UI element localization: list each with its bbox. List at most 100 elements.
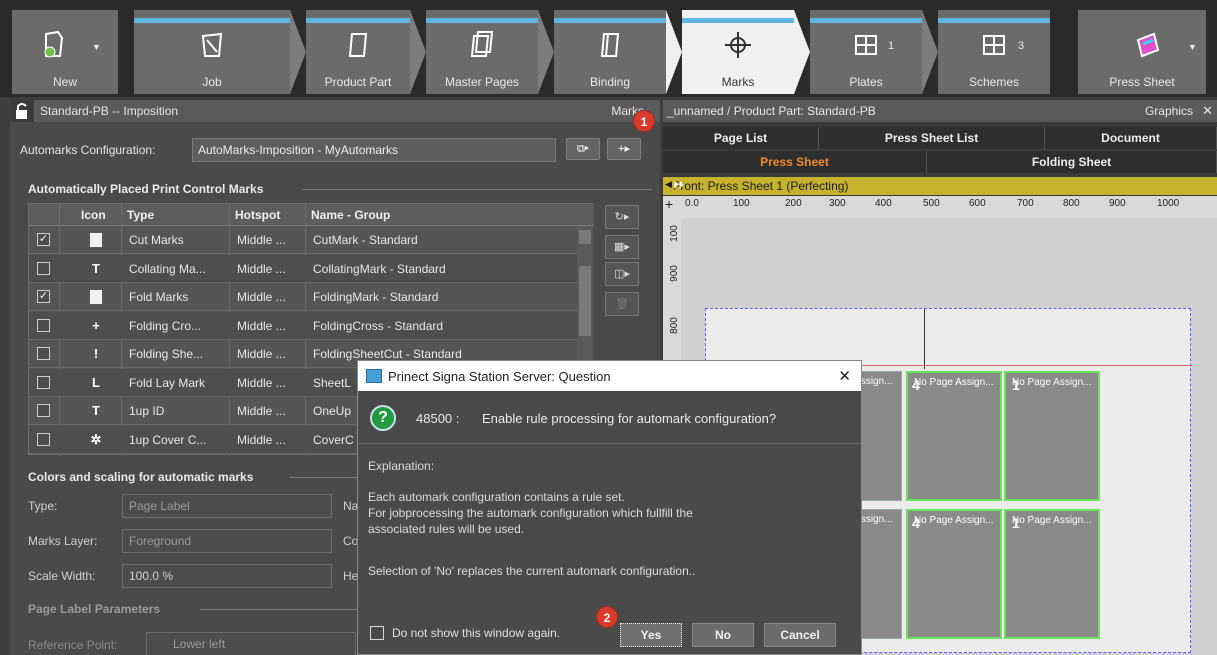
- cell-name: CollatingMark - Standard: [313, 261, 446, 276]
- step-master-pages[interactable]: Master Pages: [426, 10, 538, 94]
- scroll-thumb[interactable]: [579, 266, 591, 336]
- cell-name: FoldingSheetCut - Standard: [313, 347, 462, 361]
- chevron-separator: [666, 10, 682, 94]
- tab-folding-sheet[interactable]: Folding Sheet: [927, 151, 1217, 173]
- cell-hotspot: Middle ...: [237, 318, 286, 333]
- page-slot-label: No Page Assign...: [914, 515, 994, 526]
- ruler-tick: 300: [829, 198, 846, 209]
- col-hotspot[interactable]: Hotspot: [235, 208, 280, 222]
- close-icon[interactable]: ✕: [1202, 103, 1213, 119]
- step-job[interactable]: Job: [134, 10, 290, 94]
- step-binding-label: Binding: [589, 75, 631, 89]
- automarks-config-field[interactable]: AutoMarks-Imposition - MyAutomarks: [192, 138, 556, 162]
- table-row[interactable]: ✓ Cut Marks Middle ... CutMark - Standard: [29, 226, 577, 254]
- page-slot[interactable]: No Page Assign... 4: [906, 371, 1002, 501]
- table-row[interactable]: ✓ Fold Marks Middle ... FoldingMark - Stand…: [29, 283, 577, 311]
- row-checkbox[interactable]: [37, 404, 50, 417]
- marks-layer-value: Foreground: [129, 534, 192, 548]
- cell-hotspot: Middle ...: [237, 290, 286, 304]
- progress-line: [554, 18, 666, 23]
- step-binding[interactable]: Binding: [554, 10, 666, 94]
- mark-type-icon: [90, 290, 102, 304]
- tab-document[interactable]: Document: [1045, 127, 1217, 149]
- cell-hotspot: Middle ...: [237, 432, 286, 447]
- schemes-count: 3: [1018, 40, 1025, 52]
- automarks-row: Automarks Configuration: AutoMarks-Impos…: [10, 130, 660, 170]
- row-checkbox[interactable]: [37, 347, 50, 360]
- tab-press-sheet[interactable]: Press Sheet: [663, 151, 927, 173]
- no-button[interactable]: No: [692, 623, 754, 647]
- step-product-part-label: Product Part: [324, 75, 392, 89]
- do-not-show-label[interactable]: Do not show this window again.: [392, 626, 560, 640]
- prev-sheet-icon[interactable]: ◀: [665, 179, 672, 190]
- mark-type-icon: T: [92, 403, 100, 418]
- chevron-separator: [410, 10, 426, 94]
- next-sheet-icon[interactable]: ⏵⏵: [673, 179, 1211, 192]
- progress-line: [426, 18, 538, 23]
- workflow-toolbar: ▼ New Job Product Part Master Pages Bind…: [0, 0, 1217, 97]
- ruler-tick: 800: [1063, 198, 1080, 209]
- progress-line: [306, 18, 410, 23]
- sheet-tabs: Press Sheet Folding Sheet: [663, 151, 1217, 173]
- page-number: 1: [1012, 377, 1020, 393]
- row-checkbox[interactable]: [37, 432, 50, 446]
- tab-press-sheet-list[interactable]: Press Sheet List: [819, 127, 1045, 149]
- scale-width-field[interactable]: 100.0 %: [122, 564, 332, 588]
- plates-count: 1: [888, 40, 895, 52]
- scroll-up-arrow[interactable]: [579, 230, 591, 244]
- reference-point-select[interactable]: Lower left: [146, 632, 356, 655]
- explanation-label: Explanation:: [368, 459, 435, 473]
- col-type[interactable]: Type: [127, 208, 154, 222]
- yes-button[interactable]: Yes: [620, 623, 682, 647]
- marks-layer-label: Marks Layer:: [28, 534, 98, 548]
- ruler-origin-icon[interactable]: +: [665, 196, 673, 212]
- page-number: 4: [912, 515, 920, 531]
- table-row[interactable]: + Folding Cro... Middle ... FoldingCross - …: [29, 311, 577, 340]
- step-marks-label: Marks: [721, 75, 755, 89]
- close-icon[interactable]: ✕: [838, 367, 851, 385]
- table-row[interactable]: T Collating Ma... Middle ... CollatingMark …: [29, 254, 577, 283]
- progress-line: [134, 18, 290, 23]
- mark-type-icon: T: [92, 260, 100, 276]
- progress-line: [682, 18, 794, 23]
- marks-layer-select[interactable]: Foreground: [122, 529, 332, 553]
- mark-type-icon: +: [92, 317, 100, 333]
- row-checkbox[interactable]: ✓: [37, 290, 50, 303]
- ruler-tick: 900: [668, 265, 680, 282]
- col-name-group[interactable]: Name - Group: [311, 208, 390, 222]
- step-press-sheet[interactable]: ▼ Press Sheet: [1078, 10, 1206, 94]
- row-checkbox[interactable]: ✓: [37, 233, 50, 246]
- scale-width-label: Scale Width:: [28, 569, 96, 583]
- job-icon: [201, 32, 223, 57]
- cell-type: 1up ID: [129, 404, 165, 418]
- do-not-show-checkbox[interactable]: [370, 626, 384, 640]
- refresh-marks-button[interactable]: ↻▸: [605, 205, 639, 229]
- col-icon[interactable]: Icon: [81, 208, 106, 222]
- step-new[interactable]: ▼ New: [12, 10, 118, 94]
- chevron-down-icon: ▼: [92, 42, 101, 52]
- cancel-button[interactable]: Cancel: [764, 623, 836, 647]
- row-checkbox[interactable]: [37, 318, 50, 332]
- sheet-selector-bar[interactable]: ◀ Front: Press Sheet 1 (Perfecting) ⏵⏵: [663, 177, 1217, 195]
- mark-library-button[interactable]: ▦▸: [605, 235, 639, 259]
- step-plates[interactable]: 1 Plates: [810, 10, 922, 94]
- type-field[interactable]: Page Label: [122, 494, 332, 518]
- row-checkbox[interactable]: [37, 375, 50, 389]
- mark-properties-button[interactable]: ◫▸: [605, 262, 639, 286]
- page-slot[interactable]: No Page Assign... 4: [906, 509, 1002, 639]
- lock-icon[interactable]: [10, 100, 34, 122]
- add-config-button[interactable]: +▸: [607, 138, 641, 160]
- copy-config-button[interactable]: ⧉▸: [566, 138, 600, 160]
- mark-type-icon: !: [93, 346, 99, 361]
- step-schemes[interactable]: 3 Schemes: [938, 10, 1050, 94]
- row-checkbox[interactable]: [37, 261, 50, 275]
- step-marks[interactable]: Marks: [682, 10, 794, 94]
- tab-page-list[interactable]: Page List: [663, 127, 819, 149]
- page-slot[interactable]: No Page Assign...1: [1004, 509, 1100, 639]
- table-header: Icon Type Hotspot Name - Group: [29, 204, 594, 226]
- step-product-part[interactable]: Product Part: [306, 10, 410, 94]
- progress-line: [810, 18, 922, 23]
- delete-mark-button[interactable]: 🗑: [605, 292, 639, 316]
- press-sheet-icon: [1137, 32, 1160, 58]
- page-slot[interactable]: No Page Assign...1: [1004, 371, 1100, 501]
